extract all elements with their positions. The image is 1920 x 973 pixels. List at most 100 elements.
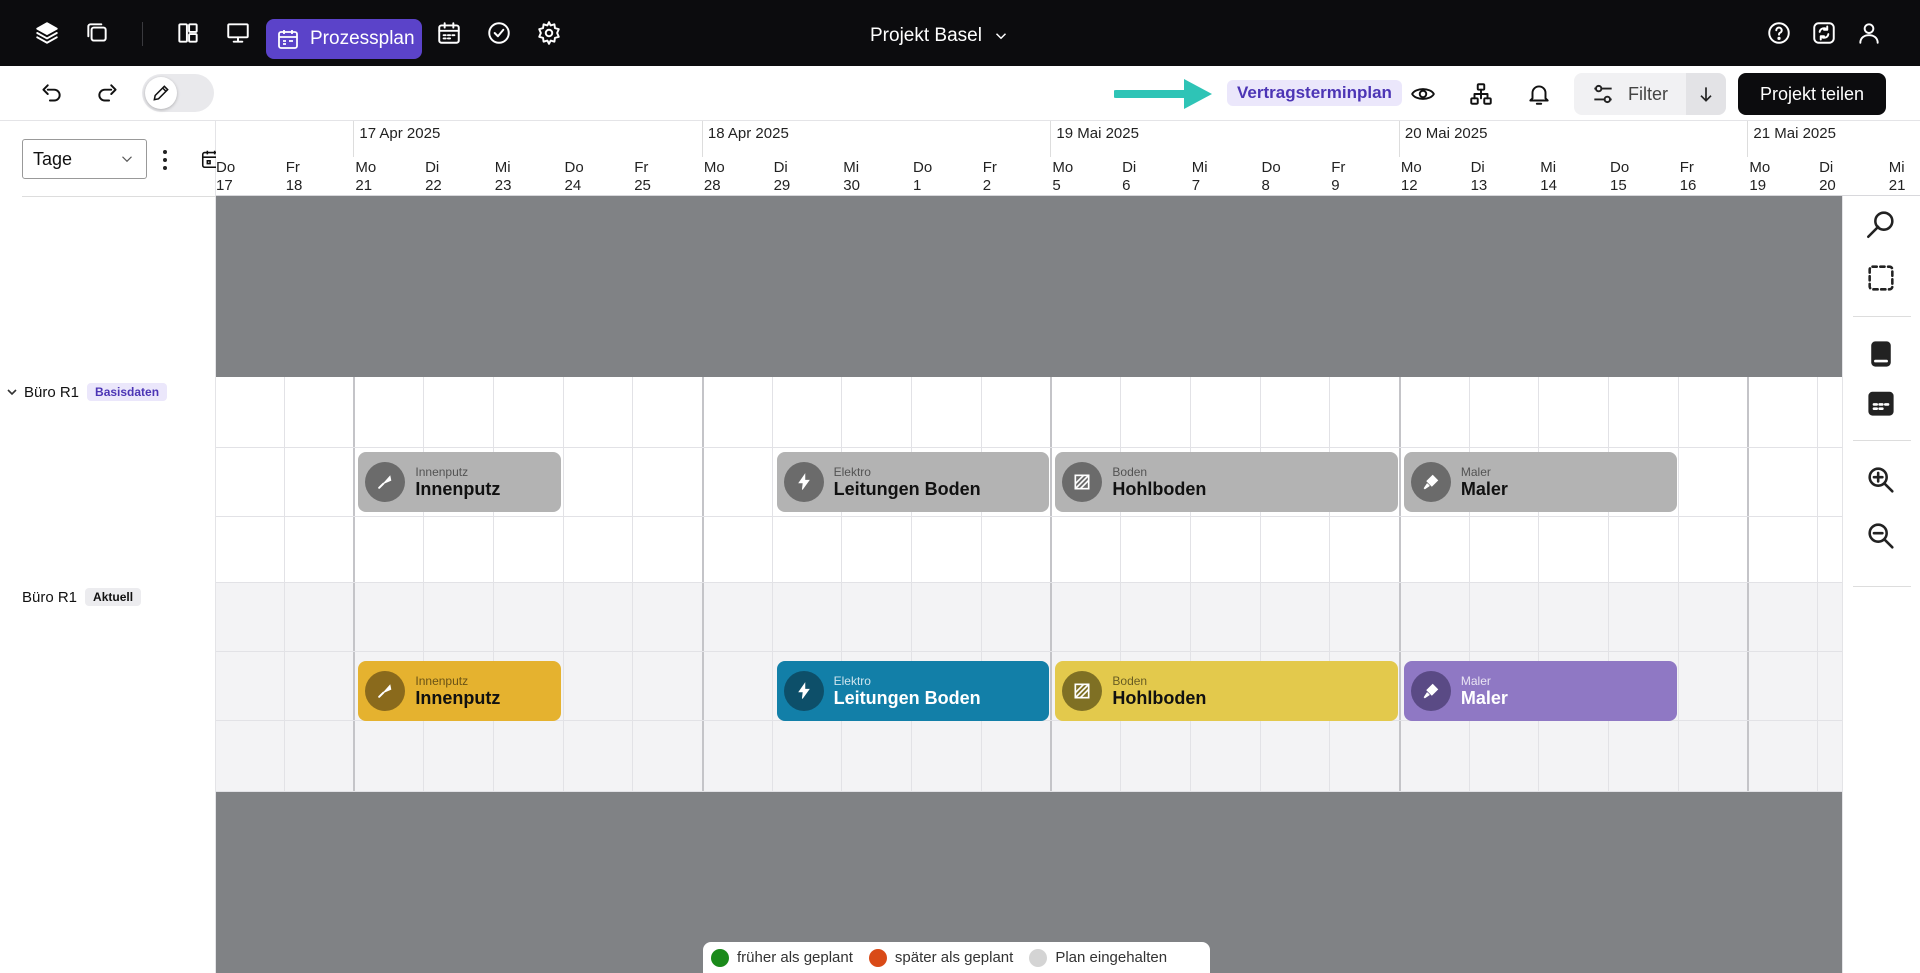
check-circle-icon[interactable] (484, 18, 514, 48)
day-of-week: Di (1470, 159, 1485, 176)
day-number: 21 (1888, 177, 1906, 194)
time-scale-select[interactable]: Tage (22, 139, 147, 179)
undo-icon[interactable] (36, 79, 66, 109)
legend-dot (1029, 948, 1048, 967)
project-selector[interactable]: Projekt Basel (870, 24, 1010, 48)
zoom-in-icon[interactable] (1863, 462, 1899, 498)
row-tag-aktuell: Aktuell (85, 588, 142, 606)
day-of-week: Do (1610, 159, 1630, 176)
day-number: 28 (703, 177, 721, 194)
grid-column-line (423, 377, 425, 791)
grid-column-line (283, 377, 285, 791)
search-icon[interactable] (1863, 206, 1899, 242)
week-label: 20 Mai 2025 (1404, 125, 1488, 142)
day-column-header: Fr 2 (981, 159, 1051, 195)
day-number: 13 (1470, 177, 1488, 194)
edit-mode-toggle[interactable] (142, 74, 214, 112)
row-label-aktuell[interactable]: Büro R1 Aktuell (22, 588, 142, 606)
topbar-divider (142, 22, 143, 46)
grid-column-line (1538, 377, 1540, 791)
filter-button[interactable]: Filter (1574, 73, 1686, 115)
grid-column-line (1747, 377, 1750, 791)
day-number: 5 (1052, 177, 1061, 194)
dashboard-icon[interactable] (173, 18, 203, 48)
plan-selector-badge[interactable]: Vertragsterminplan (1227, 80, 1402, 106)
help-icon[interactable] (1764, 18, 1794, 48)
day-of-week: Mo (703, 159, 725, 176)
day-of-week: Di (425, 159, 440, 176)
grid-column-line (701, 377, 704, 791)
grid-column-line (1189, 377, 1191, 791)
tools-divider (1853, 316, 1911, 317)
task-bar[interactable]: Maler Maler (1403, 452, 1677, 512)
legend-label: Plan eingehalten (1055, 949, 1168, 966)
grid-column-line (1608, 377, 1609, 791)
share-project-button[interactable]: Projekt teilen (1738, 73, 1886, 115)
user-icon[interactable] (1854, 18, 1884, 48)
day-column-header: Mi 14 (1538, 159, 1608, 195)
day-column-header: Mi 21 (1887, 159, 1920, 195)
task-trade: Maler (1460, 465, 1491, 479)
grid-column-line (841, 377, 843, 791)
task-text: Maler Maler (1461, 465, 1508, 499)
row-label-basisdaten[interactable]: Büro R1 Basisdaten (6, 383, 168, 401)
day-of-week: Di (1819, 159, 1834, 176)
calendar-icon[interactable] (434, 18, 464, 48)
more-options-icon[interactable] (158, 147, 172, 171)
task-bar[interactable]: Elektro Leitungen Boden (776, 661, 1050, 721)
task-name: Maler (1460, 688, 1508, 708)
day-column-header: Fr 25 (632, 159, 702, 195)
calendar-grid-icon[interactable] (1863, 385, 1899, 421)
lightning-icon (783, 462, 824, 502)
copy-icon[interactable] (82, 18, 112, 48)
task-bar[interactable]: Innenputz Innenputz (358, 452, 562, 512)
day-number: 15 (1610, 177, 1627, 194)
day-of-week: Mo (1052, 159, 1074, 176)
filter-dropdown-button[interactable] (1686, 73, 1726, 115)
task-text: Elektro Leitungen Boden (834, 465, 981, 499)
day-of-week: Do (564, 159, 584, 176)
hierarchy-icon[interactable] (1466, 79, 1496, 109)
day-number: 14 (1540, 177, 1557, 194)
day-of-week: Fr (634, 159, 649, 176)
row-label-panel: Tage Büro R1 Basisdaten Büro R1 Aktuell (0, 121, 221, 973)
row-name: Büro R1 (24, 383, 80, 401)
sync-icon[interactable] (1809, 18, 1839, 48)
grid-column-line (1120, 377, 1122, 791)
day-number: 2 (982, 177, 992, 194)
day-of-week: Mi (1540, 159, 1557, 176)
grid-column-line (492, 377, 494, 791)
redo-icon[interactable] (93, 79, 123, 109)
empty-area (216, 196, 1842, 377)
gantt-grid[interactable]: Innenputz Innenputz Elektro Leitungen Boden… (216, 196, 1842, 973)
day-of-week: Mo (1400, 159, 1422, 176)
grid-column-line (353, 377, 356, 791)
bell-icon[interactable] (1524, 79, 1554, 109)
eye-icon[interactable] (1408, 79, 1438, 109)
layers-icon[interactable] (32, 18, 62, 48)
zoom-out-icon[interactable] (1863, 518, 1899, 554)
tab-prozessplan[interactable]: Prozessplan (266, 19, 422, 59)
presentation-icon[interactable] (223, 18, 253, 48)
day-number: 16 (1679, 177, 1697, 194)
task-bar[interactable]: Maler Maler (1403, 661, 1677, 721)
legend-item-on-plan: Plan eingehalten (1029, 948, 1168, 967)
day-column-header: Do 24 (563, 159, 633, 195)
task-trade: Elektro (833, 674, 871, 688)
grid-column-line (1050, 377, 1053, 791)
day-number: 25 (634, 177, 651, 194)
gear-icon[interactable] (534, 18, 564, 48)
bookmark-icon[interactable] (1863, 336, 1899, 372)
selection-icon[interactable] (1863, 260, 1899, 296)
day-of-week: Mi (494, 159, 511, 176)
legend-dot (711, 948, 729, 967)
task-text: Boden Hohlboden (1112, 674, 1206, 708)
task-bar[interactable]: Elektro Leitungen Boden (776, 452, 1050, 512)
lightning-icon (783, 671, 824, 711)
task-bar[interactable]: Innenputz Innenputz (358, 661, 562, 721)
task-name: Hohlboden (1112, 479, 1207, 499)
task-bar[interactable]: Boden Hohlboden (1055, 452, 1398, 512)
pencil-icon (153, 85, 169, 101)
task-bar[interactable]: Boden Hohlboden (1055, 661, 1398, 721)
grid-column-line (562, 377, 564, 791)
